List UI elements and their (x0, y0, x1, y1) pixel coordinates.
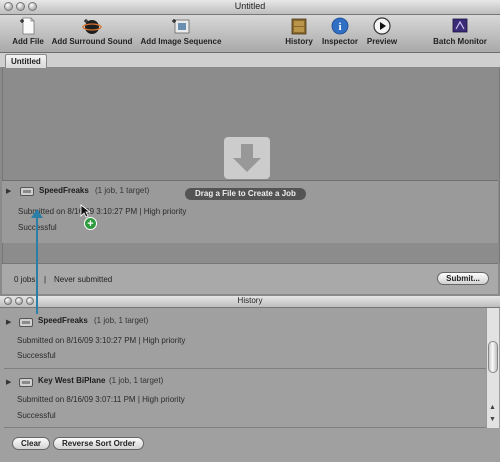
history-job-meta: (1 job, 1 target) (109, 376, 164, 385)
scrollbar-thumb[interactable] (488, 341, 498, 373)
submission-status: Never submitted (54, 275, 113, 284)
add-surround-sound-button[interactable]: Add Surround Sound (50, 15, 134, 52)
preview-button[interactable]: Preview (364, 15, 400, 52)
job-tray-icon (19, 378, 33, 387)
history-entry[interactable]: ▶ SpeedFreaks (1 job, 1 target) Submitte… (4, 310, 486, 369)
info-icon: i (331, 17, 349, 35)
drop-arrow-icon (224, 137, 270, 179)
disclosure-triangle-icon[interactable]: ▶ (6, 378, 11, 386)
history-job-status: Successful (17, 351, 56, 360)
job-meta: (1 job, 1 target) (95, 186, 150, 195)
drop-hint: Drag a File to Create a Job (185, 188, 306, 200)
history-job-status: Successful (17, 411, 56, 420)
scroll-up-arrow-icon[interactable]: ▲ (489, 404, 496, 411)
job-name: SpeedFreaks (39, 186, 89, 195)
history-title: History (237, 296, 263, 305)
history-job-name: SpeedFreaks (38, 316, 88, 325)
add-file-label: Add File (12, 37, 44, 46)
history-title-bar[interactable]: History (0, 296, 500, 308)
history-job-name: Key West BiPlane (38, 376, 106, 385)
add-image-sequence-label: Add Image Sequence (140, 37, 222, 46)
add-surround-sound-label: Add Surround Sound (51, 37, 133, 46)
job-submitted: Submitted on 8/16/09 3:10:27 PM | High p… (18, 207, 187, 216)
play-icon (373, 17, 391, 35)
history-window: History ▶ SpeedFreaks (1 job, 1 target) … (0, 296, 500, 462)
history-entry[interactable]: ▶ Key West BiPlane (1 job, 1 target) Sub… (4, 372, 486, 428)
tab-bar: Untitled (0, 53, 500, 68)
inspector-button[interactable]: i Inspector (320, 15, 360, 52)
batch-monitor-button[interactable]: Batch Monitor (430, 15, 490, 52)
preview-label: Preview (366, 37, 398, 46)
title-bar[interactable]: Untitled (0, 0, 500, 15)
submit-button[interactable]: Submit... (437, 272, 489, 285)
disclosure-triangle-icon[interactable]: ▶ (6, 318, 11, 326)
history-job-submitted: Submitted on 8/16/09 3:07:11 PM | High p… (17, 395, 185, 404)
batch-monitor-label: Batch Monitor (433, 37, 487, 46)
job-count: 0 jobs (14, 275, 36, 284)
callout-line (36, 216, 38, 314)
svg-text:i: i (338, 21, 341, 33)
scroll-down-arrow-icon[interactable]: ▼ (489, 416, 496, 423)
window-title: Untitled (234, 1, 266, 11)
document-add-icon (20, 17, 35, 35)
clear-button[interactable]: Clear (12, 437, 51, 450)
batch-window: Untitled Add File Add Surround Sound Add… (0, 0, 500, 296)
status-separator: | (44, 275, 47, 284)
job-tray-icon (20, 187, 34, 196)
callout-arrowhead-icon (31, 209, 43, 218)
toolbar: Add File Add Surround Sound Add Image Se… (0, 15, 500, 53)
image-sequence-icon (172, 19, 190, 34)
history-scrollbar[interactable]: ▲ ▼ (486, 308, 499, 428)
tab-untitled[interactable]: Untitled (5, 54, 47, 68)
surround-sound-icon (82, 19, 102, 34)
history-job-submitted: Submitted on 8/16/09 3:10:27 PM | High p… (17, 336, 186, 345)
history-button[interactable]: History (281, 15, 317, 52)
add-file-button[interactable]: Add File (8, 15, 48, 52)
job-tray-icon (19, 318, 33, 327)
add-image-sequence-button[interactable]: Add Image Sequence (138, 15, 224, 52)
filing-drawer-icon (291, 18, 307, 35)
inspector-label: Inspector (321, 37, 358, 46)
history-label: History (285, 37, 313, 46)
add-copy-badge-icon: + (84, 217, 97, 230)
history-job-meta: (1 job, 1 target) (94, 316, 149, 325)
batch-monitor-icon (452, 18, 468, 33)
status-bar: 0 jobs | Never submitted Submit... (2, 263, 498, 294)
reverse-sort-order-button[interactable]: Reverse Sort Order (53, 437, 145, 450)
mouse-cursor-icon (80, 204, 90, 218)
disclosure-triangle-icon[interactable]: ▶ (6, 187, 11, 195)
